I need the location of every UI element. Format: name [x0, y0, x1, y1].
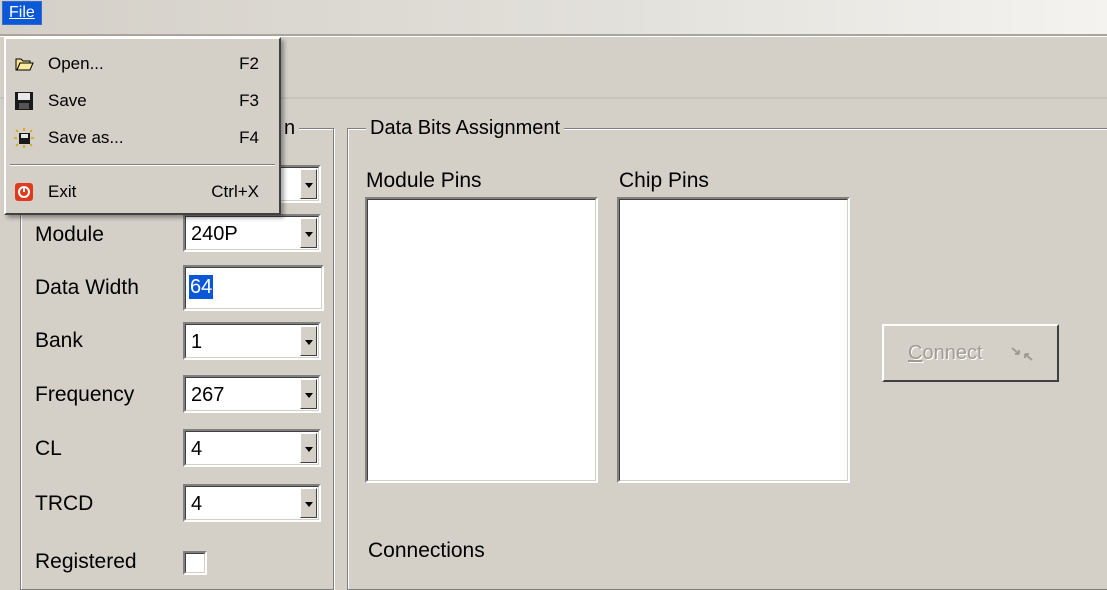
data-width-field[interactable]: 64 [183, 265, 324, 311]
menu-item-save-shortcut: F3 [239, 91, 259, 110]
settings-group-title-text: n [284, 117, 296, 139]
menu-item-save[interactable]: Save F3 [10, 84, 275, 118]
menu-item-save-label: Save [48, 91, 87, 110]
bank-combo[interactable]: 1 [183, 322, 321, 360]
trcd-label: TRCD [35, 492, 94, 515]
menu-item-open[interactable]: Open... F2 [10, 47, 275, 81]
chevron-down-icon[interactable] [300, 218, 317, 248]
exit-icon [15, 183, 33, 201]
menu-item-exit-label: Exit [48, 182, 77, 201]
chevron-down-icon[interactable] [300, 379, 317, 409]
menu-bar [0, 0, 1107, 34]
bank-value: 1 [191, 331, 203, 353]
registered-label: Registered [35, 550, 137, 573]
module-value: 240P [191, 223, 238, 245]
chip-pins-label: Chip Pins [619, 169, 709, 192]
file-dropdown-menu: Open... F2 Save F3 Save as... F4 Exit Ct… [4, 37, 281, 215]
save-as-icon [14, 128, 34, 148]
file-menu-button[interactable]: File [2, 1, 42, 25]
cl-label: CL [35, 437, 62, 460]
frequency-combo[interactable]: 267 [183, 375, 321, 413]
module-pins-label: Module Pins [366, 169, 482, 192]
chevron-down-icon[interactable] [300, 326, 317, 356]
data-bits-title: Data Bits Assignment [366, 117, 565, 139]
file-menu-label: File [9, 4, 35, 21]
chevron-down-icon[interactable] [300, 433, 317, 463]
module-combo[interactable]: 240P [183, 214, 321, 252]
menu-item-save-as-label: Save as... [48, 128, 124, 147]
open-folder-icon [15, 58, 34, 71]
connect-button-label: Connect [908, 342, 983, 364]
menu-item-open-label: Open... [48, 54, 104, 73]
chip-pins-list[interactable] [617, 197, 850, 483]
settings-group-title: n [280, 117, 300, 139]
bank-label: Bank [35, 329, 83, 352]
data-width-label: Data Width [35, 276, 139, 299]
connections-label: Connections [368, 539, 485, 562]
trcd-value: 4 [191, 493, 203, 515]
cl-value: 4 [191, 438, 203, 460]
registered-checkbox[interactable] [183, 551, 207, 575]
menu-item-exit-shortcut: Ctrl+X [211, 182, 259, 201]
frequency-label: Frequency [35, 383, 135, 406]
module-pins-list[interactable] [365, 197, 598, 483]
trcd-combo[interactable]: 4 [183, 484, 321, 522]
connect-arrows-icon [1011, 347, 1033, 361]
menu-item-save-as[interactable]: Save as... F4 [10, 121, 275, 155]
connect-button[interactable]: Connect [882, 324, 1059, 382]
menu-separator [10, 164, 275, 166]
menu-item-open-shortcut: F2 [239, 54, 259, 73]
chevron-down-icon[interactable] [300, 169, 317, 199]
module-label: Module [35, 223, 104, 246]
chevron-down-icon[interactable] [300, 488, 317, 518]
menu-item-exit[interactable]: Exit Ctrl+X [10, 175, 275, 209]
floppy-disk-icon [15, 92, 33, 110]
cl-combo[interactable]: 4 [183, 429, 321, 467]
menu-item-save-as-shortcut: F4 [239, 128, 259, 147]
data-width-value: 64 [189, 275, 214, 299]
frequency-value: 267 [191, 384, 225, 406]
